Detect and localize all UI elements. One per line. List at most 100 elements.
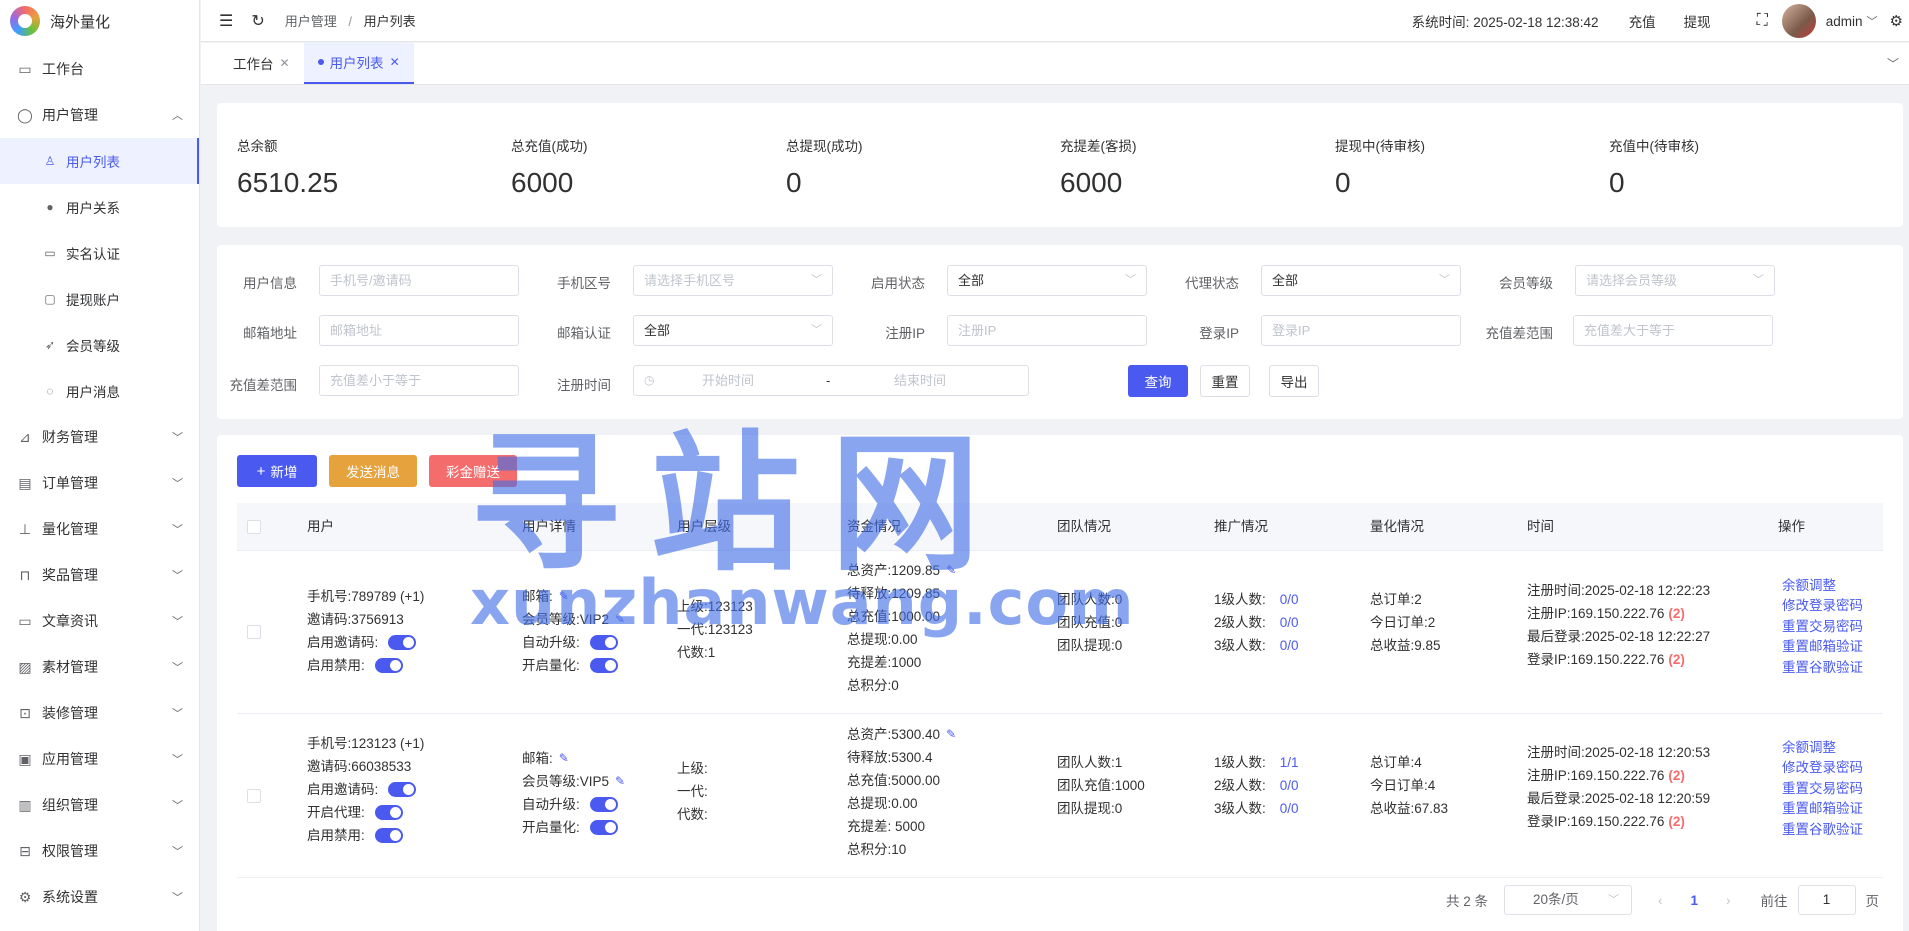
recharge-link[interactable]: 充值 bbox=[1629, 11, 1656, 31]
email-verify-select[interactable]: 全部 ﹀ bbox=[633, 315, 833, 346]
tab-dashboard[interactable]: 工作台 ✕ bbox=[219, 42, 304, 84]
promo-value[interactable]: 1/1 bbox=[1280, 751, 1299, 774]
phone-area-select[interactable]: 请选择手机区号 ﹀ bbox=[633, 265, 833, 296]
reset-trade-password-link[interactable]: 重置交易密码 bbox=[1782, 616, 1863, 637]
agent-status-select[interactable]: 全部 ﹀ bbox=[1261, 265, 1461, 296]
auto-upgrade-switch[interactable] bbox=[589, 635, 618, 650]
edit-icon[interactable]: ✎ bbox=[615, 608, 625, 631]
close-icon[interactable]: ✕ bbox=[280, 56, 290, 70]
sidebar-item-orders[interactable]: ▤ 订单管理 ﹀ bbox=[0, 460, 199, 506]
fullscreen-icon[interactable]: ⛶ bbox=[1757, 12, 1768, 30]
enable-switch[interactable] bbox=[374, 828, 403, 843]
member-level-select[interactable]: 请选择会员等级 ﹀ bbox=[1575, 265, 1775, 296]
select-all-checkbox[interactable] bbox=[247, 520, 261, 534]
reg-time-range[interactable]: ◷ 开始时间 - 结束时间 bbox=[633, 365, 1029, 396]
send-message-button[interactable]: 发送消息 bbox=[329, 455, 417, 487]
export-button[interactable]: 导出 bbox=[1269, 365, 1319, 397]
chevron-down-icon[interactable]: ﹀ bbox=[1867, 13, 1878, 29]
start-time[interactable]: 开始时间 bbox=[702, 366, 754, 395]
promo-value[interactable]: 0/0 bbox=[1280, 634, 1299, 657]
promo-value[interactable]: 0/0 bbox=[1280, 797, 1299, 820]
edit-icon[interactable]: ✎ bbox=[559, 585, 569, 608]
sidebar-item-permissions[interactable]: ⊟ 权限管理 ﹀ bbox=[0, 828, 199, 874]
sidebar-item-apps[interactable]: ▣ 应用管理 ﹀ bbox=[0, 736, 199, 782]
sidebar-item-dashboard[interactable]: ▭ 工作台 bbox=[0, 46, 199, 92]
promo-value[interactable]: 0/0 bbox=[1280, 774, 1299, 797]
next-page-icon[interactable]: › bbox=[1726, 893, 1731, 908]
balance-adjust-link[interactable]: 余额调整 bbox=[1782, 737, 1863, 758]
invite-code-switch[interactable] bbox=[388, 782, 417, 797]
chevron-down-icon[interactable]: ﹀ bbox=[1887, 55, 1899, 72]
edit-icon[interactable]: ✎ bbox=[559, 747, 569, 770]
reset-google-verify-link[interactable]: 重置谷歌验证 bbox=[1782, 657, 1863, 678]
diff-min-input[interactable] bbox=[1573, 315, 1773, 346]
reg-ip-count[interactable]: (2) bbox=[1668, 764, 1685, 787]
page-number-current[interactable]: 1 bbox=[1691, 893, 1699, 908]
tab-user-list[interactable]: 用户列表 ✕ bbox=[303, 42, 414, 84]
sidebar-item-user-management[interactable]: ◯ 用户管理 ︿ bbox=[0, 92, 199, 138]
row-checkbox[interactable] bbox=[247, 625, 261, 639]
sidebar-item-withdraw-account[interactable]: ▢ 提现账户 bbox=[0, 276, 199, 322]
withdraw-link[interactable]: 提现 bbox=[1684, 11, 1711, 31]
sidebar-item-settings[interactable]: ⚙ 系统设置 ﹀ bbox=[0, 874, 199, 920]
user-info-input[interactable] bbox=[319, 265, 519, 296]
monitor-icon: ▭ bbox=[18, 60, 32, 77]
change-login-password-link[interactable]: 修改登录密码 bbox=[1782, 596, 1863, 617]
sidebar-item-finance[interactable]: ⊿ 财务管理 ﹀ bbox=[0, 414, 199, 460]
collapse-menu-icon[interactable]: ☰ bbox=[219, 11, 233, 31]
sidebar-item-user-list[interactable]: ♙ 用户列表 bbox=[0, 138, 199, 184]
reset-email-verify-link[interactable]: 重置邮箱验证 bbox=[1782, 637, 1863, 658]
login-ip-count[interactable]: (2) bbox=[1668, 648, 1685, 671]
breadcrumb-parent[interactable]: 用户管理 bbox=[285, 14, 337, 29]
reset-button[interactable]: 重置 bbox=[1200, 365, 1250, 397]
sidebar-item-articles[interactable]: ▭ 文章资讯 ﹀ bbox=[0, 598, 199, 644]
sidebar-item-organization[interactable]: ▥ 组织管理 ﹀ bbox=[0, 782, 199, 828]
sidebar-item-quant[interactable]: ⊥ 量化管理 ﹀ bbox=[0, 506, 199, 552]
reset-trade-password-link[interactable]: 重置交易密码 bbox=[1782, 778, 1863, 799]
bonus-button[interactable]: 彩金赠送 bbox=[429, 455, 517, 487]
login-ip-input[interactable] bbox=[1261, 315, 1461, 346]
invite-code-switch[interactable] bbox=[388, 635, 417, 650]
sidebar-item-member-level[interactable]: ➶ 会员等级 bbox=[0, 322, 199, 368]
reg-ip-count[interactable]: (2) bbox=[1668, 602, 1685, 625]
goto-page-input[interactable]: 1 bbox=[1797, 885, 1856, 915]
sidebar-item-real-name[interactable]: ▭ 实名认证 bbox=[0, 230, 199, 276]
enable-status-select[interactable]: 全部 ﹀ bbox=[947, 265, 1147, 296]
row-checkbox[interactable] bbox=[247, 789, 261, 803]
avatar[interactable] bbox=[1781, 4, 1816, 38]
user-name[interactable]: admin bbox=[1826, 14, 1863, 29]
add-button[interactable]: + 新增 bbox=[237, 455, 317, 487]
close-icon[interactable]: ✕ bbox=[390, 55, 400, 69]
change-login-password-link[interactable]: 修改登录密码 bbox=[1782, 758, 1863, 779]
auto-upgrade-switch[interactable] bbox=[589, 797, 618, 812]
reset-email-verify-link[interactable]: 重置邮箱验证 bbox=[1782, 799, 1863, 820]
promo-value[interactable]: 0/0 bbox=[1280, 588, 1299, 611]
prev-page-icon[interactable]: ‹ bbox=[1658, 893, 1663, 908]
quant-switch[interactable] bbox=[589, 658, 618, 673]
reset-google-verify-link[interactable]: 重置谷歌验证 bbox=[1782, 819, 1863, 840]
sidebar-item-decoration[interactable]: ⊡ 装修管理 ﹀ bbox=[0, 690, 199, 736]
agent-switch[interactable] bbox=[374, 805, 403, 820]
enable-switch[interactable] bbox=[374, 658, 403, 673]
diff-max-input[interactable] bbox=[319, 365, 519, 396]
balance-adjust-link[interactable]: 余额调整 bbox=[1782, 575, 1863, 596]
sidebar-item-user-relations[interactable]: ● 用户关系 bbox=[0, 184, 199, 230]
reg-ip-input[interactable] bbox=[947, 315, 1147, 346]
refresh-icon[interactable]: ↻ bbox=[251, 11, 264, 31]
promo-value[interactable]: 0/0 bbox=[1280, 611, 1299, 634]
edit-icon[interactable]: ✎ bbox=[946, 723, 956, 746]
sidebar-item-materials[interactable]: ▨ 素材管理 ﹀ bbox=[0, 644, 199, 690]
email-input[interactable] bbox=[319, 315, 519, 346]
time-cell: 注册时间:2025-02-18 12:22:23 注册IP:169.150.22… bbox=[1527, 579, 1710, 671]
edit-icon[interactable]: ✎ bbox=[615, 770, 625, 793]
login-ip-count[interactable]: (2) bbox=[1668, 810, 1685, 833]
gear-icon[interactable]: ⚙ bbox=[1890, 12, 1903, 30]
page-size-select[interactable]: 20条/页 ﹀ bbox=[1504, 885, 1633, 915]
sidebar-item-prizes[interactable]: ⊓ 奖品管理 ﹀ bbox=[0, 552, 199, 598]
sidebar-item-user-messages[interactable]: ◌ 用户消息 bbox=[0, 368, 199, 414]
edit-icon[interactable]: ✎ bbox=[946, 559, 956, 582]
app-logo[interactable]: 海外量化 bbox=[0, 0, 199, 42]
end-time[interactable]: 结束时间 bbox=[894, 366, 946, 395]
query-button[interactable]: 查询 bbox=[1128, 365, 1188, 397]
quant-switch[interactable] bbox=[589, 820, 618, 835]
